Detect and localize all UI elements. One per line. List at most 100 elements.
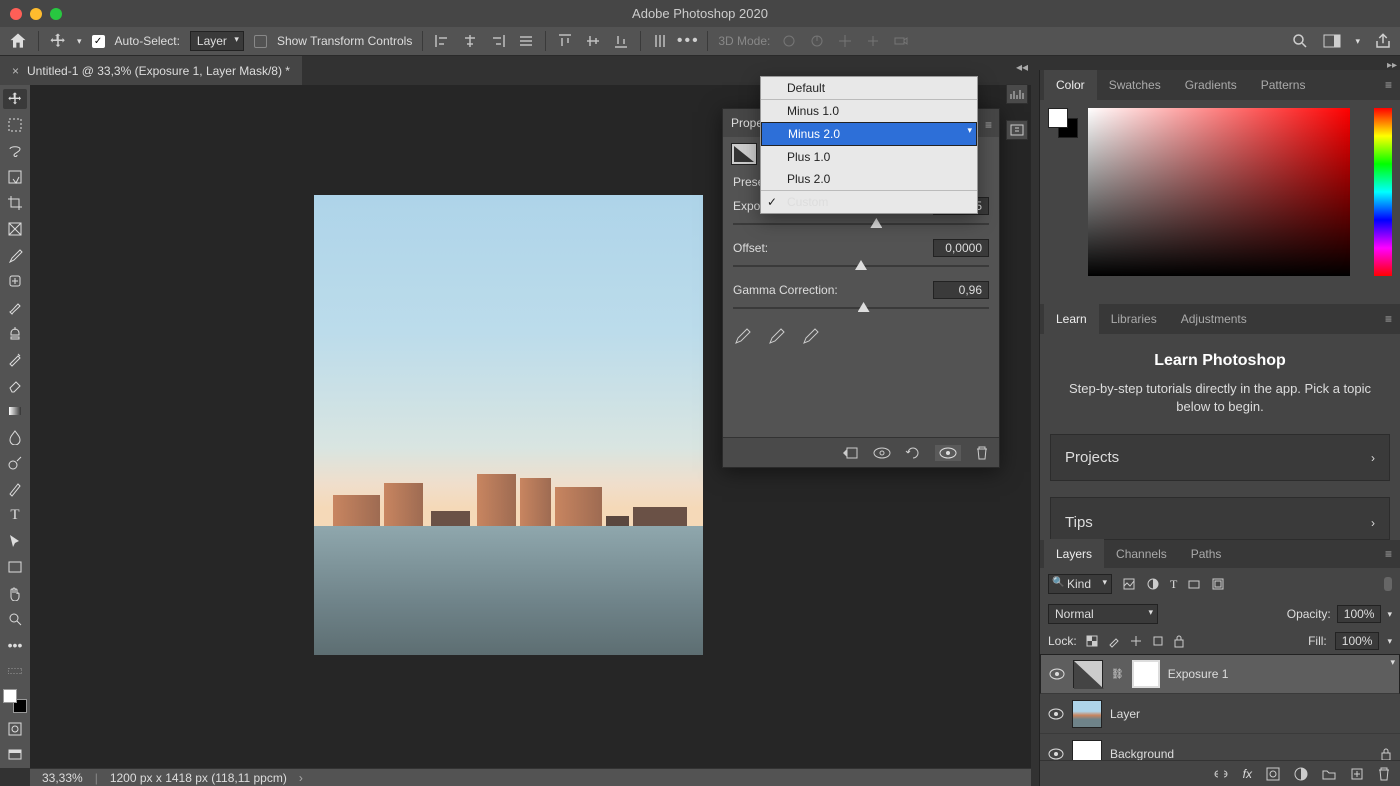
layer-mask-thumb[interactable]	[1132, 660, 1160, 688]
hue-strip[interactable]	[1374, 108, 1392, 276]
filter-pixel-icon[interactable]	[1122, 577, 1136, 592]
foreground-background-swatch[interactable]	[3, 689, 27, 713]
learn-card-projects[interactable]: Projects ›	[1050, 434, 1390, 481]
tab-swatches[interactable]: Swatches	[1097, 70, 1173, 100]
zoom-tool[interactable]	[3, 609, 27, 629]
layer-row[interactable]: Layer	[1040, 694, 1400, 734]
lock-transparency-icon[interactable]	[1085, 634, 1099, 648]
align-center-h-icon[interactable]	[461, 32, 479, 50]
mask-icon[interactable]	[1266, 767, 1280, 781]
tab-paths[interactable]: Paths	[1179, 539, 1234, 569]
delete-layer-icon[interactable]	[1378, 767, 1390, 781]
tab-adjustments[interactable]: Adjustments	[1169, 304, 1259, 334]
tab-libraries[interactable]: Libraries	[1099, 304, 1169, 334]
opacity-input[interactable]: 100%	[1337, 605, 1382, 623]
rectangle-tool[interactable]	[3, 557, 27, 577]
fill-input[interactable]: 100%	[1335, 632, 1380, 650]
expand-panels-icon[interactable]: ▸▸	[1387, 60, 1397, 71]
close-window-button[interactable]	[10, 8, 22, 20]
tab-gradients[interactable]: Gradients	[1173, 70, 1249, 100]
search-icon[interactable]	[1291, 32, 1309, 50]
color-panel-menu-icon[interactable]: ≡	[1385, 78, 1400, 92]
show-transform-checkbox[interactable]	[254, 35, 267, 48]
eyedropper-black-icon[interactable]	[733, 327, 751, 345]
align-top-icon[interactable]	[556, 32, 574, 50]
lasso-tool[interactable]	[3, 141, 27, 161]
preset-item-minus2[interactable]: Minus 2.0	[761, 122, 977, 146]
eyedropper-white-icon[interactable]	[801, 327, 819, 345]
minimize-window-button[interactable]	[30, 8, 42, 20]
align-center-v-icon[interactable]	[584, 32, 602, 50]
adjustment-layer-icon[interactable]	[1294, 767, 1308, 781]
offset-slider[interactable]	[733, 259, 989, 273]
fx-icon[interactable]: fx	[1243, 767, 1252, 781]
eyedropper-tool[interactable]	[3, 245, 27, 265]
filter-type-icon[interactable]: T	[1170, 577, 1177, 592]
history-brush-tool[interactable]	[3, 349, 27, 369]
link-layers-icon[interactable]	[1213, 769, 1229, 779]
path-select-tool[interactable]	[3, 531, 27, 551]
preset-item-minus1[interactable]: Minus 1.0	[761, 100, 977, 122]
clone-stamp-tool[interactable]	[3, 323, 27, 343]
share-icon[interactable]	[1374, 32, 1392, 50]
eraser-tool[interactable]	[3, 375, 27, 395]
dock-histogram-icon[interactable]	[1006, 84, 1028, 104]
group-icon[interactable]	[1322, 768, 1336, 780]
color-fg-bg-swatch[interactable]	[1048, 108, 1078, 138]
properties-panel-menu-icon[interactable]: ≡	[985, 118, 992, 132]
dock-info-icon[interactable]	[1006, 120, 1028, 140]
gamma-value-input[interactable]: 0,96	[933, 281, 989, 299]
more-options-icon[interactable]: •••	[679, 32, 697, 50]
crop-tool[interactable]	[3, 193, 27, 213]
eyedropper-gray-icon[interactable]	[767, 327, 785, 345]
learn-panel-menu-icon[interactable]: ≡	[1385, 312, 1400, 326]
offset-value-input[interactable]: 0,0000	[933, 239, 989, 257]
layer-filter-kind-dropdown[interactable]: Kind	[1048, 574, 1112, 594]
home-icon[interactable]	[8, 31, 28, 51]
new-layer-icon[interactable]	[1350, 767, 1364, 781]
preset-item-plus1[interactable]: Plus 1.0	[761, 146, 977, 168]
screen-mode-icon[interactable]	[3, 745, 27, 765]
layer-visibility-icon[interactable]	[1049, 668, 1065, 680]
blur-tool[interactable]	[3, 427, 27, 447]
tab-patterns[interactable]: Patterns	[1249, 70, 1318, 100]
layer-row[interactable]: ⛓ Exposure 1	[1040, 654, 1400, 694]
trash-icon[interactable]	[975, 445, 989, 461]
lock-all-icon[interactable]	[1173, 634, 1185, 648]
workspace-switcher-icon[interactable]	[1323, 32, 1341, 50]
layer-visibility-icon[interactable]	[1048, 708, 1064, 720]
tool-preset-caret-icon[interactable]: ▾	[77, 36, 82, 47]
tab-layers[interactable]: Layers	[1044, 539, 1104, 569]
filter-smart-icon[interactable]	[1211, 577, 1225, 592]
edit-toolbar-icon[interactable]	[3, 661, 27, 681]
tab-channels[interactable]: Channels	[1104, 539, 1179, 569]
distribute-v-icon[interactable]	[651, 32, 669, 50]
maximize-window-button[interactable]	[50, 8, 62, 20]
zoom-value[interactable]: 33,33%	[42, 771, 83, 785]
auto-select-target-dropdown[interactable]: Layer	[190, 31, 244, 51]
preset-item-plus2[interactable]: Plus 2.0	[761, 168, 977, 190]
clip-to-layer-icon[interactable]	[841, 446, 859, 460]
tab-learn[interactable]: Learn	[1044, 304, 1099, 334]
lock-brush-icon[interactable]	[1107, 634, 1121, 648]
fill-caret-icon[interactable]: ▾	[1387, 636, 1392, 647]
document-tab[interactable]: × Untitled-1 @ 33,3% (Exposure 1, Layer …	[0, 56, 302, 86]
filter-toggle-icon[interactable]	[1384, 577, 1392, 591]
gamma-slider[interactable]	[733, 301, 989, 315]
preset-item-custom[interactable]: ✓Custom	[761, 191, 977, 213]
layer-visibility-icon[interactable]	[1048, 748, 1064, 760]
gradient-tool[interactable]	[3, 401, 27, 421]
close-tab-icon[interactable]: ×	[12, 64, 19, 78]
marquee-tool[interactable]	[3, 115, 27, 135]
layer-row[interactable]: Background	[1040, 734, 1400, 760]
more-tools-icon[interactable]: •••	[3, 635, 27, 655]
quick-mask-icon[interactable]	[3, 719, 27, 739]
object-select-tool[interactable]	[3, 167, 27, 187]
hand-tool[interactable]	[3, 583, 27, 603]
healing-brush-tool[interactable]	[3, 271, 27, 291]
reset-icon[interactable]	[905, 445, 921, 461]
opacity-caret-icon[interactable]: ▾	[1387, 609, 1392, 620]
layers-panel-menu-icon[interactable]: ≡	[1385, 547, 1400, 561]
view-previous-icon[interactable]	[873, 447, 891, 459]
distribute-icon[interactable]	[517, 32, 535, 50]
